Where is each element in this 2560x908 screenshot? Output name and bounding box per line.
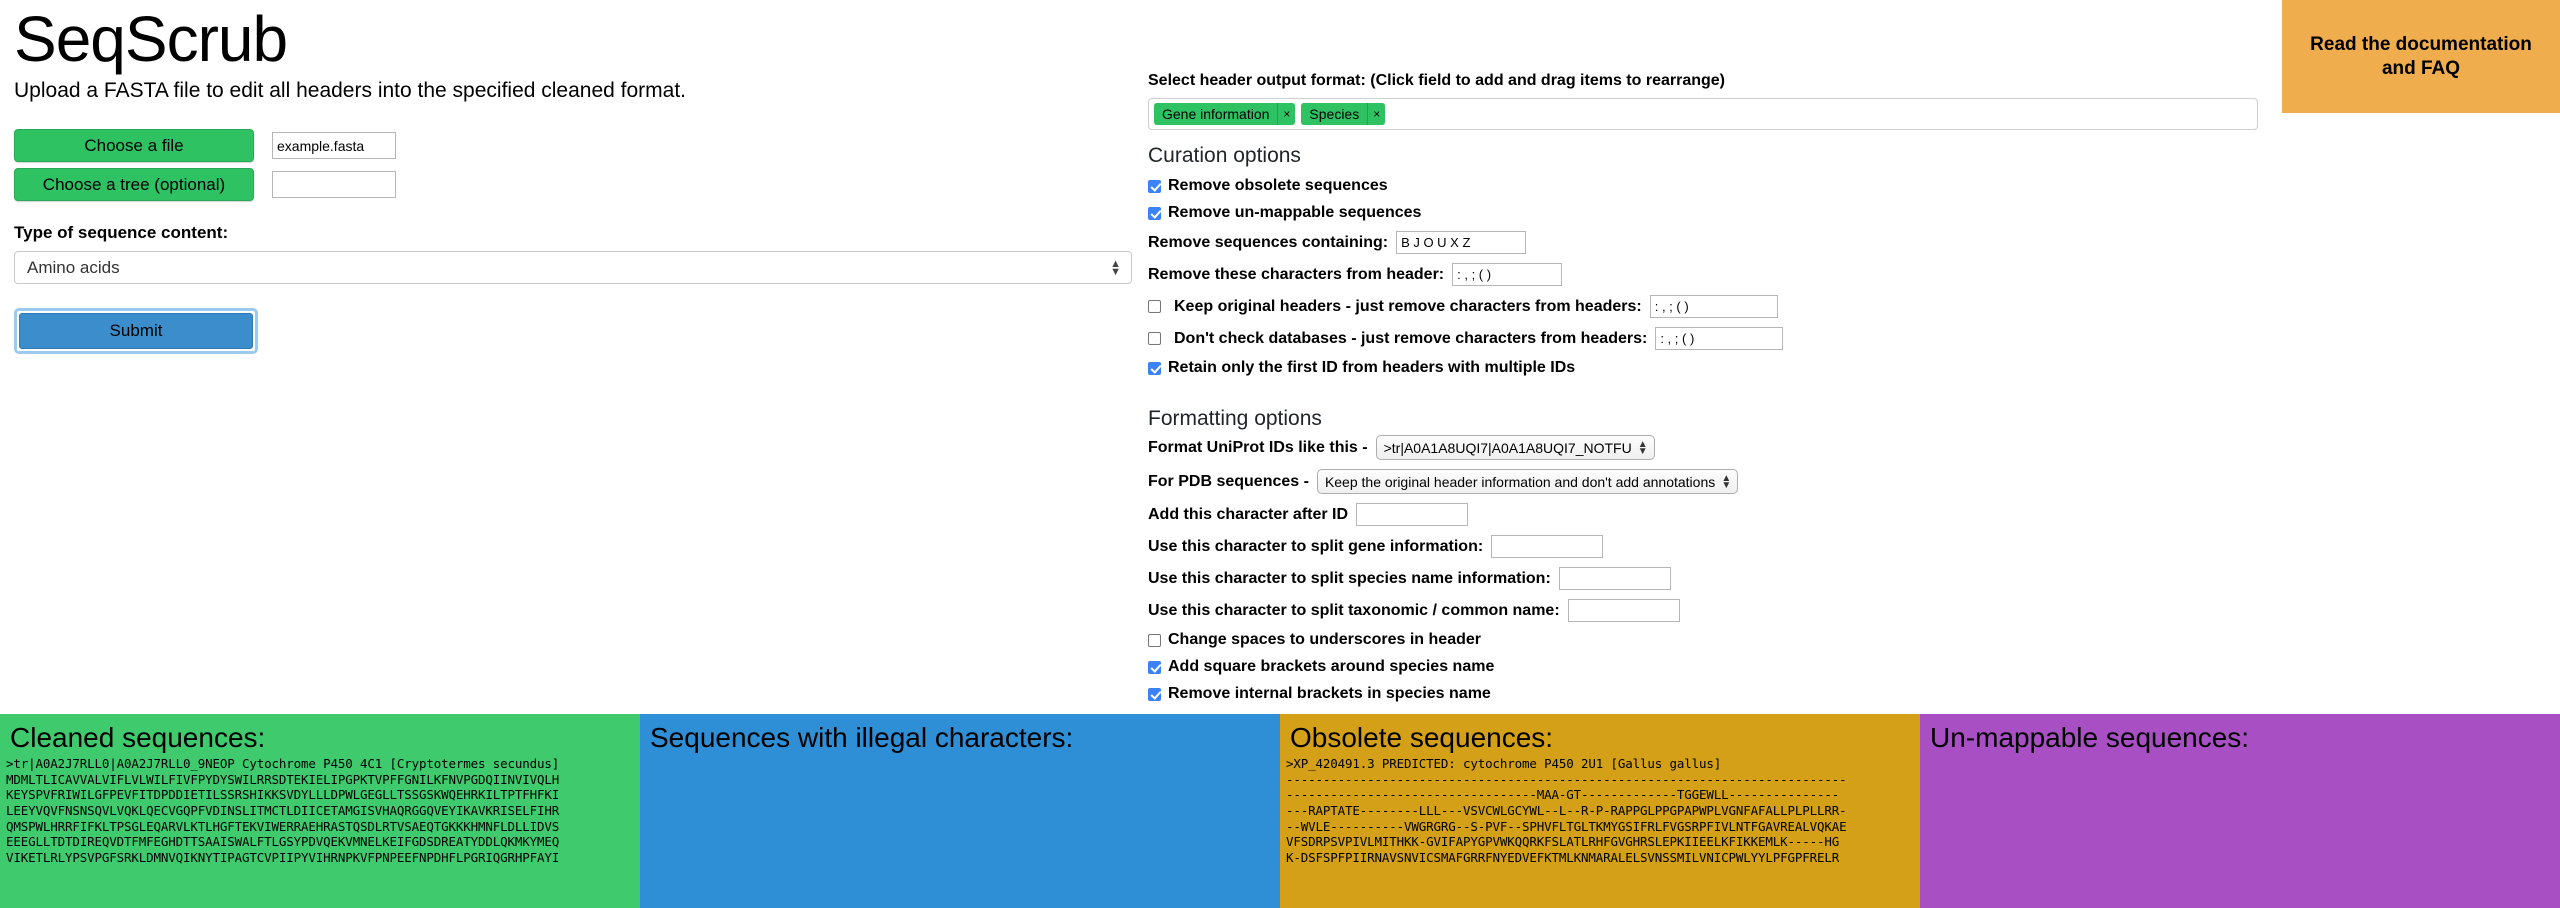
option-pdb-format: For PDB sequences - Keep the original he…: [1148, 469, 2408, 494]
keep-original-headers-input[interactable]: : , ; ( ): [1649, 295, 1778, 318]
choose-tree-row: Choose a tree (optional): [14, 168, 1144, 202]
chevron-updown-icon: ▲ ▼: [1721, 472, 1732, 491]
close-icon[interactable]: ×: [1277, 103, 1296, 125]
pdb-format-value: Keep the original header information and…: [1324, 473, 1716, 490]
checkbox-remove-internal-brackets[interactable]: [1148, 687, 1161, 701]
option-split-taxonomic: Use this character to split taxonomic / …: [1148, 599, 2408, 622]
remove-chars-from-header-label: Remove these characters from header:: [1148, 265, 1445, 283]
panel-cleaned-text: >tr|A0A2J7RLL0|A0A2J7RLL0_9NEOP Cytochro…: [6, 756, 560, 865]
add-char-after-id-label: Add this character after ID: [1148, 505, 1349, 523]
checkbox-remove-obsolete[interactable]: [1148, 179, 1161, 193]
close-icon[interactable]: ×: [1367, 103, 1386, 125]
option-remove-unmappable[interactable]: Remove un-mappable sequences: [1148, 204, 2408, 222]
results-panels: Cleaned sequences: >tr|A0A2J7RLL0|A0A2J7…: [0, 714, 2560, 908]
submit-label: Submit: [109, 321, 163, 341]
remove-internal-brackets-label: Remove internal brackets in species name: [1168, 685, 1491, 702]
option-remove-chars-from-header: Remove these characters from header: : ,…: [1148, 263, 2408, 286]
chevron-updown-icon: ▲ ▼: [1110, 257, 1121, 278]
add-char-after-id-input[interactable]: [1356, 503, 1469, 526]
header-format-label: Select header output format: (Click fiel…: [1148, 72, 1725, 89]
option-keep-original-headers: Keep original headers - just remove char…: [1148, 295, 2408, 318]
option-remove-obsolete[interactable]: Remove obsolete sequences: [1148, 177, 2408, 195]
panel-illegal-characters: Sequences with illegal characters:: [640, 714, 1280, 908]
page-subtitle: Upload a FASTA file to edit all headers …: [14, 79, 686, 103]
split-species-input[interactable]: [1558, 567, 1671, 590]
split-taxonomic-input[interactable]: [1567, 599, 1680, 622]
option-remove-internal-brackets[interactable]: Remove internal brackets in species name: [1148, 685, 2408, 703]
chevron-updown-icon: ▲ ▼: [1637, 438, 1648, 457]
spaces-to-underscores-label: Change spaces to underscores in header: [1168, 631, 1481, 648]
panel-obsolete-sequences: Obsolete sequences: >XP_420491.3 PREDICT…: [1280, 714, 1920, 908]
selected-file-name: example.fasta: [272, 132, 396, 160]
retain-first-id-label: Retain only the first ID from headers wi…: [1168, 359, 1576, 376]
choose-file-button[interactable]: Choose a file: [14, 129, 254, 163]
add-square-brackets-label: Add square brackets around species name: [1168, 658, 1495, 675]
choose-file-row: Choose a file example.fasta: [14, 129, 1144, 163]
checkbox-add-square-brackets[interactable]: [1148, 660, 1161, 674]
panel-illegal-title: Sequences with illegal characters:: [650, 722, 1074, 753]
option-dont-check-databases: Don't check databases - just remove char…: [1148, 327, 2408, 350]
option-uniprot-format: Format UniProt IDs like this - >tr|A0A1A…: [1148, 435, 2408, 460]
option-retain-first-id[interactable]: Retain only the first ID from headers wi…: [1148, 359, 2408, 377]
checkbox-spaces-to-underscores[interactable]: [1148, 633, 1161, 647]
option-add-char-after-id: Add this character after ID: [1148, 503, 2408, 526]
remove-sequences-containing-input[interactable]: B J O U X Z: [1396, 231, 1527, 254]
checkbox-remove-unmappable[interactable]: [1148, 206, 1161, 220]
formatting-options-heading: Formatting options: [1148, 407, 1322, 430]
options-panel: Select header output format: (Click fiel…: [1148, 72, 2408, 703]
uniprot-format-select[interactable]: >tr|A0A1A8UQI7|A0A1A8UQI7_NOTFU ▲ ▼: [1375, 435, 1655, 460]
panel-obsolete-title: Obsolete sequences:: [1290, 722, 1554, 753]
panel-cleaned-title: Cleaned sequences:: [10, 722, 266, 753]
header-tag-species[interactable]: Species ×: [1301, 103, 1386, 125]
option-split-gene: Use this character to split gene informa…: [1148, 535, 2408, 558]
curation-options-heading: Curation options: [1148, 144, 1301, 167]
dont-check-databases-input[interactable]: : , ; ( ): [1655, 327, 1784, 350]
checkbox-dont-check-databases[interactable]: [1148, 332, 1161, 345]
header-tag-label: Species: [1301, 103, 1368, 125]
sequence-type-label: Type of sequence content:: [14, 223, 229, 243]
panel-unmappable-title: Un-mappable sequences:: [1930, 722, 2250, 753]
panel-obsolete-text: >XP_420491.3 PREDICTED: cytochrome P450 …: [1286, 756, 1847, 865]
header-format-field[interactable]: Gene information × Species ×: [1148, 98, 2258, 130]
sequence-type-select[interactable]: Amino acids ▲ ▼: [14, 251, 1132, 285]
option-remove-unmappable-label: Remove un-mappable sequences: [1168, 204, 1422, 221]
page-title: SeqScrub: [14, 3, 288, 75]
sequence-type-value: Amino acids: [27, 257, 120, 277]
panel-unmappable-sequences: Un-mappable sequences:: [1920, 714, 2560, 908]
panel-cleaned-sequences: Cleaned sequences: >tr|A0A2J7RLL0|A0A2J7…: [0, 714, 640, 908]
seqscrub-page: Read the documentation and FAQ SeqScrub …: [0, 0, 2560, 908]
choose-tree-label: Choose a tree (optional): [42, 174, 226, 194]
remove-chars-from-header-input[interactable]: : , ; ( ): [1452, 263, 1563, 286]
uniprot-format-value: >tr|A0A1A8UQI7|A0A1A8UQI7_NOTFU: [1383, 439, 1632, 456]
pdb-format-select[interactable]: Keep the original header information and…: [1316, 469, 1739, 494]
choose-file-label: Choose a file: [84, 135, 184, 155]
split-taxonomic-label: Use this character to split taxonomic / …: [1148, 601, 1560, 619]
split-gene-label: Use this character to split gene informa…: [1148, 537, 1484, 555]
submit-button-wrapper: Submit: [14, 308, 258, 355]
split-gene-input[interactable]: [1491, 535, 1604, 558]
keep-original-headers-label: Keep original headers - just remove char…: [1174, 297, 1642, 315]
dont-check-databases-label: Don't check databases - just remove char…: [1174, 329, 1648, 347]
option-spaces-to-underscores[interactable]: Change spaces to underscores in header: [1148, 631, 2408, 649]
selected-tree-name: [272, 171, 396, 199]
choose-tree-button[interactable]: Choose a tree (optional): [14, 168, 254, 202]
checkbox-keep-original-headers[interactable]: [1148, 300, 1161, 313]
submit-button[interactable]: Submit: [19, 313, 253, 350]
upload-panel: SeqScrub Upload a FASTA file to edit all…: [14, 0, 1144, 355]
split-species-label: Use this character to split species name…: [1148, 569, 1551, 587]
option-split-species: Use this character to split species name…: [1148, 567, 2408, 590]
option-add-square-brackets[interactable]: Add square brackets around species name: [1148, 658, 2408, 676]
remove-sequences-containing-label: Remove sequences containing:: [1148, 233, 1389, 251]
header-tag-gene-information[interactable]: Gene information ×: [1154, 103, 1296, 125]
option-remove-obsolete-label: Remove obsolete sequences: [1168, 177, 1388, 194]
option-remove-sequences-containing: Remove sequences containing: B J O U X Z: [1148, 231, 2408, 254]
header-tag-label: Gene information: [1154, 103, 1278, 125]
pdb-format-label: For PDB sequences -: [1148, 472, 1309, 490]
uniprot-format-label: Format UniProt IDs like this -: [1148, 438, 1368, 456]
checkbox-retain-first-id[interactable]: [1148, 361, 1161, 375]
